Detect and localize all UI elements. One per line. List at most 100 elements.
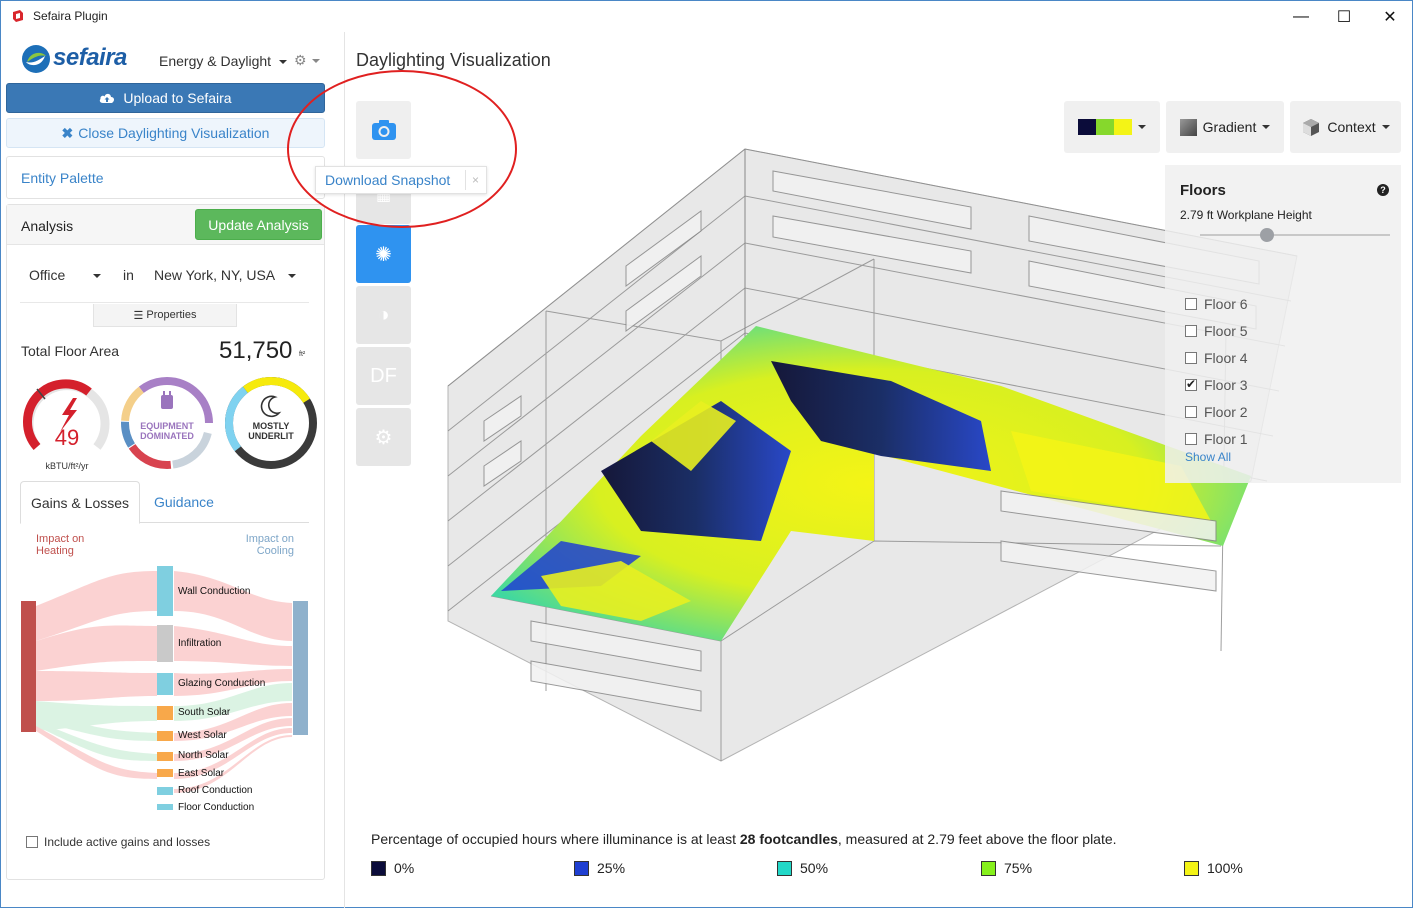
contrast-tool-button[interactable]: ◑ [356,286,411,344]
settings-dropdown[interactable]: ⚙ [294,52,321,69]
df-tool-button[interactable]: DF [356,347,411,405]
floor-checkbox-row[interactable]: Floor 2 [1185,404,1248,420]
gains-losses-sankey[interactable]: Wall Conduction Infiltration Glazing Con… [19,561,314,821]
legend-text-before: Percentage of occupied hours where illum… [371,831,740,847]
moon-icon [260,395,282,418]
floors-title: Floors [1180,182,1226,199]
legend-swatch [981,860,996,876]
sankey-label: West Solar [178,730,227,741]
sun-tool-button[interactable]: ✺ [356,225,411,283]
analysis-tabs: Gains & Losses Guidance [20,481,309,524]
properties-button[interactable]: ☰ Properties [93,304,237,327]
checkbox[interactable] [1185,406,1197,418]
checkbox[interactable] [1185,352,1197,364]
location-value: New York, NY, USA [154,267,275,283]
underlit-line1: MOSTLY [252,421,290,431]
entity-palette-link[interactable]: Entity Palette [21,170,104,186]
building-type-select[interactable]: Office [29,267,102,283]
location-select[interactable]: New York, NY, USA [154,267,297,283]
equipment-line1: EQUIPMENT [140,421,194,431]
floor-label: Floor 4 [1204,350,1248,366]
close-window-button[interactable]: ✕ [1367,1,1413,32]
tab-gains-losses[interactable]: Gains & Losses [20,481,140,524]
sankey-label: Wall Conduction [178,586,251,597]
legend-label: 75% [1004,860,1033,876]
equipment-gauge[interactable]: EQUIPMENT DOMINATED [118,375,216,471]
color-scale-swatch [1078,119,1132,135]
checkbox[interactable] [1185,433,1197,445]
checkbox[interactable] [26,836,38,848]
chevron-down-icon [93,274,102,279]
context-dropdown[interactable]: Context [1290,101,1401,153]
sankey-label: Infiltration [178,638,222,649]
help-icon[interactable]: ? [1377,184,1389,196]
floor-checkbox-row[interactable]: Floor 1 [1185,431,1248,447]
sankey-label: North Solar [178,750,229,761]
legend-item: 50% [777,860,828,876]
include-active-gains-checkbox[interactable]: Include active gains and losses [26,835,210,849]
floors-panel: Floors ? 2.79 ft Workplane Height Floor … [1165,165,1401,483]
df-label: DF [370,364,397,387]
floor-checkbox-row[interactable]: Floor 6 [1185,296,1248,312]
cloud-upload-icon [100,93,115,103]
gradient-dropdown[interactable]: Gradient [1166,101,1284,153]
impact-heating: Impact on Heating [36,533,84,557]
chevron-down-icon [288,274,297,279]
total-floor-area-value: 51,750 [219,337,293,364]
sankey-label: East Solar [178,768,225,779]
floor-checkbox-row[interactable]: Floor 4 [1185,350,1248,366]
sankey-chart [21,566,308,810]
workplane-height-label: 2.79 ft Workplane Height [1180,208,1312,222]
minimize-button[interactable]: — [1278,1,1324,32]
eui-unit: kBTU/ft²/yr [45,461,89,471]
update-analysis-button[interactable]: Update Analysis [195,209,322,240]
workplane-slider-handle[interactable] [1259,228,1274,242]
entity-palette-card[interactable]: Entity Palette [6,156,325,199]
floor-label: Floor 2 [1204,404,1248,420]
close-visualization-label: Close Daylighting Visualization [78,125,270,141]
contrast-icon: ◑ [377,303,390,326]
checked-checkbox[interactable]: ✔ [1185,377,1197,391]
title-bar: Sefaira Plugin — ☐ ✕ [1,1,1412,32]
mode-dropdown[interactable]: Energy & Daylight [159,53,287,69]
eui-gauge[interactable]: 49 kBTU/ft²/yr [19,375,115,475]
close-visualization-button[interactable]: ✖ Close Daylighting Visualization [6,118,325,148]
chevron-down-icon [1262,125,1271,129]
equipment-line2: DOMINATED [140,431,194,441]
maximize-button[interactable]: ☐ [1321,1,1367,32]
sankey-label: Glazing Conduction [178,678,266,689]
cube-icon [1303,119,1320,136]
color-scale-dropdown[interactable] [1064,101,1160,153]
legend-text-bold: 28 footcandles [739,831,838,847]
sketchup-icon [13,10,23,22]
settings-tool-button[interactable]: ⚙ [356,408,411,466]
floor-checkbox-row[interactable]: Floor 5 [1185,323,1248,339]
legend-item: 0% [371,860,414,876]
workplane-slider-track[interactable] [1200,234,1390,236]
sefaira-logo: sefaira [19,42,139,76]
floor-label: Floor 5 [1204,323,1248,339]
properties-label: Properties [146,309,197,321]
checkbox[interactable] [1185,325,1197,337]
daylight-gauge[interactable]: MOSTLY UNDERLIT [223,375,321,471]
chevron-down-icon [312,59,321,64]
chevron-down-icon [1381,125,1390,129]
legend-text-after: , measured at 2.79 feet above the floor … [837,831,1117,847]
chevron-down-icon [1138,125,1146,129]
check-icon: ✔ [1186,377,1197,391]
sefaira-logo-text: sefaira [53,44,127,71]
analysis-header: Analysis Update Analysis [7,205,324,245]
chevron-down-icon [278,60,287,65]
in-label: in [123,267,134,283]
checkbox[interactable] [1185,298,1197,310]
tab-guidance[interactable]: Guidance [154,494,214,510]
floor-label: Floor 1 [1204,431,1248,447]
total-floor-area-unit: ft² [299,351,306,358]
sankey-label: Floor Conduction [178,802,255,813]
plug-icon [161,395,173,409]
upload-button[interactable]: Upload to Sefaira [6,83,325,113]
context-label: Context [1327,119,1376,135]
impact-heating-line1: Impact on [36,533,85,545]
show-all-link[interactable]: Show All [1185,450,1231,464]
floor-checkbox-row[interactable]: ✔ Floor 3 [1185,377,1248,393]
